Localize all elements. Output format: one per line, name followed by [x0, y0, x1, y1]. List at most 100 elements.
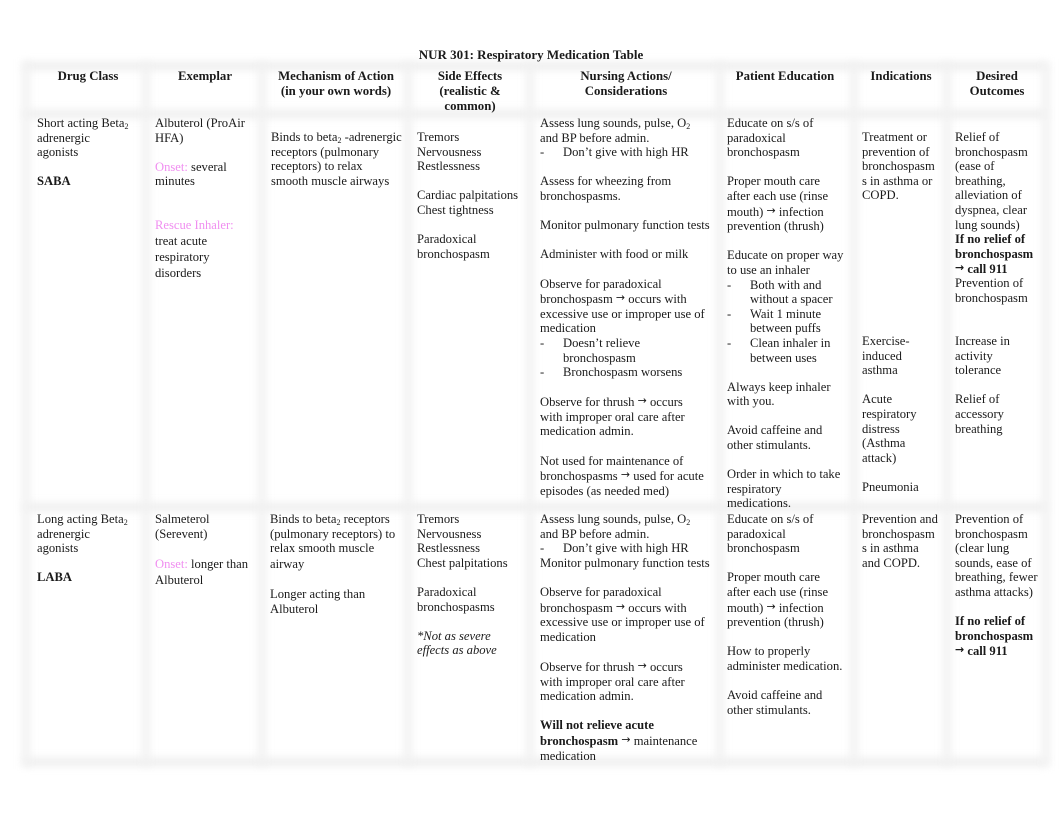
education-text: other stimulants. [727, 702, 811, 717]
arrow-right-icon: → [621, 732, 631, 746]
onset-value: longer than [191, 556, 249, 571]
nursing-text: medication [540, 748, 596, 763]
arrow-right-icon: → [615, 291, 626, 305]
header-nursing-line2: Considerations [584, 84, 668, 98]
nursing-text: Not used for maintenance of [540, 453, 684, 468]
nursing-text: Observe for paradoxical [540, 584, 662, 599]
exemplar-text: Salmeterol [155, 512, 210, 526]
saba-outcomes: Relief of bronchospasm (ease of breathin… [955, 130, 1047, 306]
nursing-text: medication admin. [540, 689, 634, 704]
grid-line-col1 [142, 62, 150, 766]
indication-text: respiratory [862, 406, 917, 421]
outcome-text: alleviation of [955, 188, 1022, 203]
nursing-text: and BP before admin. [540, 526, 650, 541]
indication-text: distress [862, 421, 900, 436]
grid-line-row [24, 503, 1046, 511]
arrow-right-icon: → [766, 203, 776, 217]
header-drug-class: Drug Class [57, 69, 119, 83]
nursing-subitem: - Bronchospasm worsens [540, 365, 683, 380]
drug-class-text: agonists [37, 145, 79, 160]
outcome-text: bronchospasm [955, 526, 1028, 541]
nursing-text: bronchospasm [540, 600, 613, 615]
laba-nursing: Assess lung sounds, pulse, O2 and BP bef… [540, 512, 720, 763]
outcome-text: Prevention of [955, 512, 1024, 526]
mechanism-text: receptors (pulmonary [271, 144, 380, 159]
header-side-effects-line2: (realistic & [439, 84, 501, 98]
laba-education: Educate on s/s of paradoxical bronchospa… [727, 512, 853, 717]
nursing-subitem-text: Don’t give with high HR [563, 145, 689, 160]
outcome-text: tolerance [955, 363, 1002, 378]
header-mechanism: Mechanism of Action (in your own words) [264, 69, 408, 99]
saba-exemplar: Albuterol (ProAir HFA) Onset: several mi… [155, 116, 260, 281]
header-desired-outcomes: Desired Outcomes [949, 69, 1045, 99]
education-text: after each use (rinse [727, 584, 829, 599]
saba-abbrev: SABA [37, 174, 71, 189]
arrow-right-icon: → [615, 599, 626, 613]
outcome-text: asthma attacks) [955, 584, 1033, 599]
exemplar-text: HFA) [155, 130, 184, 145]
education-text: How to properly [727, 644, 811, 659]
side-effect-item: Nervousness [417, 144, 482, 159]
outcome-text: breathing, [955, 173, 1006, 188]
outcome-text: dyspnea, clear [955, 202, 1028, 217]
nursing-subitem: - Don’t give with high HR [540, 145, 689, 160]
laba-side-effects: Tremors Nervousness Restlessness Chest p… [417, 512, 529, 658]
nursing-text: bronchospasms. [540, 188, 621, 203]
nursing-text: Observe for paradoxical [540, 276, 662, 291]
nursing-text: Observe for thrush [540, 395, 635, 410]
header-indications: Indications [870, 69, 932, 83]
mechanism-text: smooth muscle airways [271, 173, 390, 188]
education-subitem-text: Clean inhaler in between uses [750, 335, 831, 365]
education-text: prevention (thrush) [727, 615, 824, 630]
indication-text: attack) [862, 450, 897, 465]
outcome-text: activity [955, 348, 993, 363]
outcome-warning: call 911 [967, 262, 1008, 277]
saba-outcomes-activity: Increase in activity tolerance Relief of… [955, 334, 1047, 436]
mechanism-text: Albuterol [270, 601, 319, 616]
mechanism-text: receptors [343, 512, 390, 526]
exemplar-text: Albuterol (ProAir [155, 116, 245, 130]
education-text: to use an inhaler [727, 262, 810, 277]
header-nursing-line1: Nursing Actions/ [580, 69, 672, 83]
saba-indications: Treatment or prevention of bronchospasm … [862, 130, 948, 203]
side-effect-item: Cardiac palpitations [417, 188, 519, 203]
outcome-text: Relief of [955, 130, 1000, 144]
laba-drug-class: Long acting Beta2 adrenergic agonists LA… [37, 512, 142, 585]
outcome-warning: If no relief of [955, 232, 1026, 247]
nursing-text: medication [540, 629, 596, 644]
nursing-text: with improper oral care after [540, 674, 685, 689]
education-text: infection [778, 204, 824, 219]
side-effect-item: Paradoxical [417, 232, 477, 247]
outcome-text: (ease of [955, 159, 995, 174]
nursing-text: Assess lung sounds, pulse, O [540, 512, 687, 526]
nursing-text: and BP before admin. [540, 130, 650, 145]
side-effect-item: Restlessness [417, 159, 480, 174]
drug-class-text: Long acting Beta [37, 512, 124, 526]
mechanism-text: -adrenergic [344, 130, 402, 144]
outcome-text: bronchospasm [955, 144, 1028, 159]
nursing-text: bronchospasm [540, 292, 613, 307]
indication-text: Exercise- [862, 334, 910, 348]
header-side-effects-line3: common) [444, 99, 496, 113]
side-effect-item: Tremors [417, 130, 460, 144]
education-text: after each use (rinse [727, 188, 829, 203]
onset-value: Albuterol [155, 572, 204, 587]
indication-text: induced [862, 348, 902, 363]
education-text: bronchospasm [727, 145, 800, 160]
header-side-effects-line1: Side Effects [437, 69, 503, 83]
outcome-text: sounds, ease of [955, 555, 1032, 570]
laba-abbrev: LABA [37, 570, 72, 585]
outcome-text: bronchospasm [955, 290, 1028, 305]
side-effect-item: bronchospasm [417, 246, 490, 261]
side-effect-note: *Not as severe [417, 628, 491, 643]
mechanism-text: Longer acting than [270, 587, 366, 602]
nursing-text: occurs [649, 395, 683, 410]
saba-education: Educate on s/s of paradoxical bronchospa… [727, 116, 853, 511]
laba-mechanism: Binds to beta2 receptors (pulmonary rece… [270, 512, 410, 617]
outcome-text: (clear lung [955, 541, 1010, 556]
nursing-text: bronchospasms [540, 469, 618, 484]
indication-text: and COPD. [862, 555, 921, 570]
onset-label: Onset: [155, 159, 188, 174]
outcome-text: lung sounds) [955, 217, 1020, 232]
outcome-text: breathing [955, 421, 1003, 436]
